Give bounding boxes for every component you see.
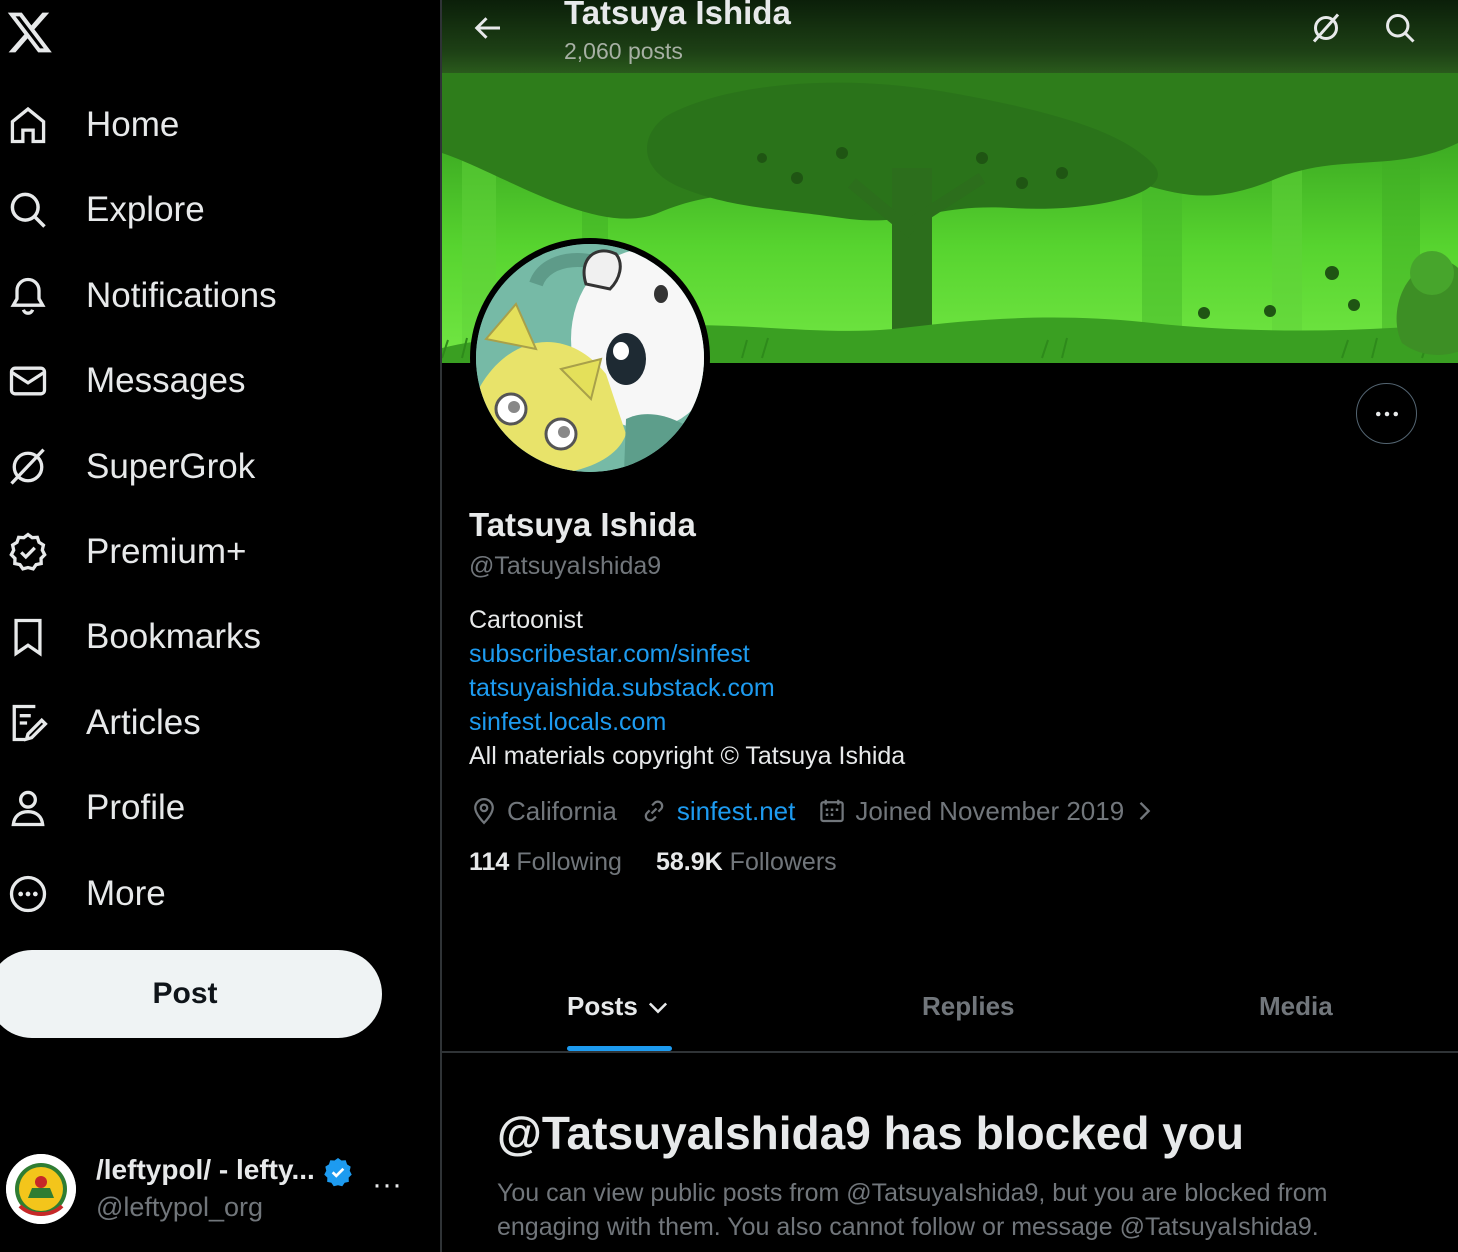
sidebar: Home Explore Notifications Messages Supe… (0, 0, 440, 1252)
bio-link-subscribestar[interactable]: subscribestar.com/sinfest (469, 640, 750, 669)
profile-handle: @TatsuyaIshida9 (469, 552, 662, 580)
nav-home[interactable]: Home (0, 95, 179, 155)
nav-supergrok-label: SuperGrok (86, 447, 256, 486)
profile-display-name: Tatsuya Ishida (469, 506, 696, 543)
link-icon (644, 800, 664, 822)
bell-icon (0, 274, 58, 318)
blocked-message: You can view public posts from @TatsuyaI… (497, 1179, 1328, 1241)
nav-more-label: More (86, 874, 166, 913)
tab-posts-label: Posts (567, 991, 638, 1021)
nav-bookmarks[interactable]: Bookmarks (0, 607, 261, 667)
verified-icon (0, 530, 58, 574)
account-more-button[interactable]: ··· (372, 1168, 412, 1208)
following-stat[interactable]: 114 Following (469, 848, 622, 877)
profile-avatar[interactable] (470, 238, 710, 478)
article-icon (0, 701, 58, 745)
tab-replies[interactable]: Replies (922, 960, 1015, 1053)
chevron-right-icon[interactable] (1130, 797, 1158, 825)
followers-stat[interactable]: 58.9K Followers (656, 848, 837, 877)
nav-premium[interactable]: Premium+ (0, 522, 246, 582)
search-icon (0, 188, 58, 232)
bookmark-icon (0, 615, 58, 659)
account-handle: @leftypol_org (96, 1192, 263, 1222)
more-circle-icon (0, 872, 58, 916)
envelope-icon (0, 359, 58, 403)
person-icon (0, 786, 58, 830)
account-avatar (6, 1154, 76, 1224)
tab-posts[interactable]: Posts (567, 960, 672, 1053)
nav-profile[interactable]: Profile (0, 778, 185, 838)
calendar-icon (820, 799, 845, 823)
active-tab-indicator (567, 1046, 672, 1051)
following-count: 114 (469, 848, 510, 876)
nav-profile-label: Profile (86, 788, 186, 827)
nav-notifications[interactable]: Notifications (0, 266, 277, 326)
nav-bookmarks-label: Bookmarks (86, 617, 262, 656)
profile-location: California (507, 795, 617, 826)
nav-articles-label: Articles (86, 703, 201, 742)
profile-column: Tatsuya Ishida 2,060 posts Tatsuya Ishid… (442, 0, 1458, 1252)
bio-text: Cartoonist (469, 606, 583, 634)
x-logo-icon[interactable] (6, 8, 54, 56)
following-label: Following (516, 848, 622, 876)
nav-explore-label: Explore (86, 190, 205, 229)
post-button[interactable]: Post (0, 950, 382, 1038)
header-post-count: 2,060 posts (564, 38, 683, 64)
grok-icon (0, 445, 58, 489)
nav-premium-label: Premium+ (86, 532, 247, 571)
profile-tabs: Posts Replies Media (442, 960, 1458, 1053)
account-name: /leftypol/ - lefty... (96, 1154, 315, 1185)
ellipsis-icon (1375, 411, 1398, 416)
chevron-down-icon (648, 1002, 667, 1013)
bio-link-locals[interactable]: sinfest.locals.com (469, 708, 666, 737)
nav-notifications-label: Notifications (86, 276, 277, 315)
profile-joined-date: Joined November 2019 (855, 795, 1125, 826)
bio-link-substack[interactable]: tatsuyaishida.substack.com (469, 674, 775, 703)
nav-home-label: Home (86, 105, 180, 144)
search-icon[interactable] (1382, 10, 1418, 46)
profile-meta: California sinfest.net Joined November 2… (469, 794, 1158, 828)
verified-badge-icon (322, 1156, 354, 1188)
nav-supergrok[interactable]: SuperGrok (0, 437, 255, 497)
nav-messages[interactable]: Messages (0, 351, 246, 411)
blocked-title: @TatsuyaIshida9 has blocked you (497, 1107, 1245, 1159)
account-switcher[interactable]: /leftypol/ - lefty... @leftypol_org ··· (0, 1146, 440, 1232)
followers-count: 58.9K (655, 848, 723, 876)
back-arrow-icon[interactable] (470, 10, 506, 46)
profile-stats: 114 Following 58.9K Followers (469, 848, 837, 877)
followers-label: Followers (729, 848, 837, 876)
nav-messages-label: Messages (86, 361, 246, 400)
profile-website-link[interactable]: sinfest.net (677, 796, 796, 827)
bio-copyright: All materials copyright © Tatsuya Ishida (469, 742, 906, 770)
nav-articles[interactable]: Articles (0, 693, 201, 753)
nav-explore[interactable]: Explore (0, 180, 205, 240)
profile-header-bar: Tatsuya Ishida 2,060 posts (442, 0, 1458, 73)
home-icon (0, 103, 58, 147)
more-options-button[interactable] (1356, 383, 1417, 444)
location-pin-icon (474, 797, 494, 825)
nav-more[interactable]: More (0, 864, 166, 924)
header-title: Tatsuya Ishida (564, 0, 791, 31)
tab-media[interactable]: Media (1259, 960, 1333, 1053)
grok-icon[interactable] (1308, 10, 1344, 46)
